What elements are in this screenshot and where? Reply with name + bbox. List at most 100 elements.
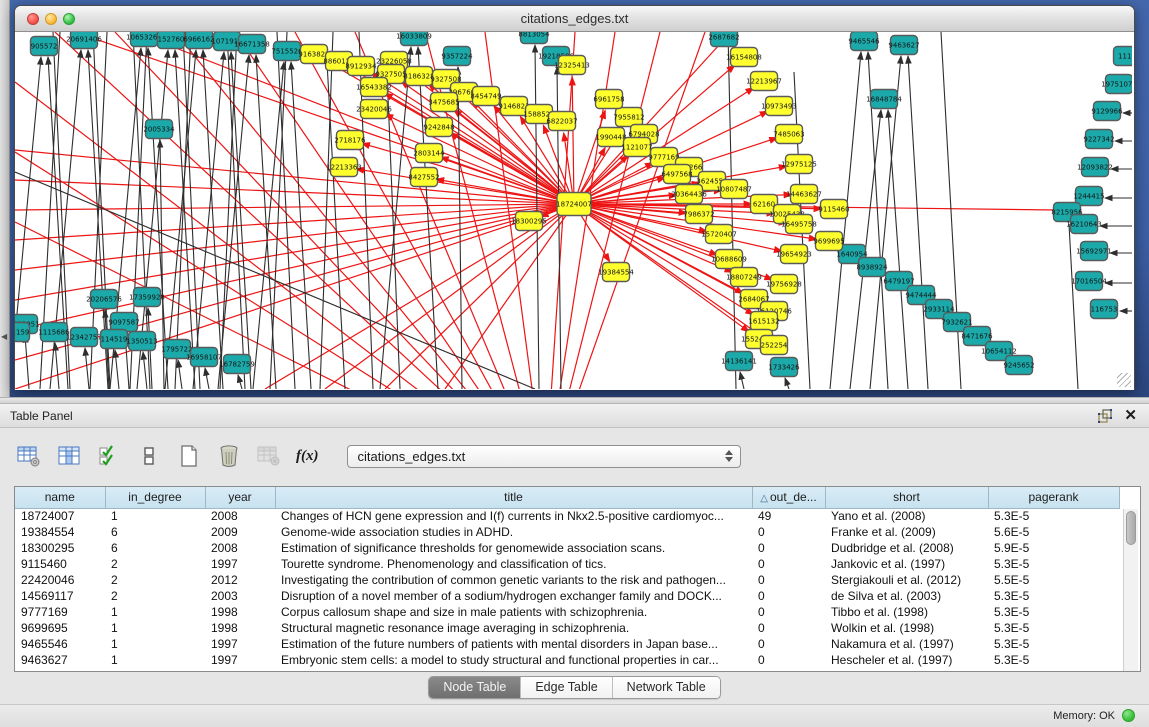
table-scrollbar[interactable] xyxy=(1123,509,1138,671)
close-icon[interactable]: ✕ xyxy=(1124,406,1137,424)
network-node[interactable]: 8427552 xyxy=(408,168,439,187)
table-row[interactable]: 977716911998Corpus callosum shape and si… xyxy=(15,604,1119,620)
cell-title[interactable]: Tourette syndrome. Phenomenology and cla… xyxy=(275,556,752,572)
cell-year[interactable]: 2003 xyxy=(205,588,275,604)
panel-splitter[interactable]: ▴ xyxy=(0,397,1149,404)
network-node[interactable]: 10973493 xyxy=(761,97,797,116)
cell-out_degree[interactable]: 49 xyxy=(752,508,825,524)
cell-pagerank[interactable]: 5.3E-5 xyxy=(988,556,1119,572)
network-node[interactable]: 1350513 xyxy=(126,332,157,351)
cell-name[interactable]: 9115460 xyxy=(15,556,105,572)
network-node[interactable]: 20364436 xyxy=(671,185,707,204)
cell-out_degree[interactable]: 0 xyxy=(752,588,825,604)
network-node[interactable]: 16782759 xyxy=(219,355,255,374)
cell-year[interactable]: 1997 xyxy=(205,636,275,652)
network-node[interactable]: 391159 xyxy=(15,323,30,342)
cell-pagerank[interactable]: 5.3E-5 xyxy=(988,604,1119,620)
network-node[interactable]: 9242848 xyxy=(423,118,454,137)
network-node[interactable]: 6822037 xyxy=(546,112,577,131)
network-node[interactable]: 8912934 xyxy=(345,57,377,76)
network-node[interactable]: 8454749 xyxy=(470,87,501,106)
float-panel-icon[interactable] xyxy=(1097,408,1113,429)
cell-out_degree[interactable]: 0 xyxy=(752,556,825,572)
network-node[interactable]: 1121077 xyxy=(621,138,652,157)
network-node[interactable]: 12093822 xyxy=(1077,158,1113,177)
cell-in_degree[interactable]: 6 xyxy=(105,540,205,556)
network-node[interactable]: 114519 xyxy=(101,330,128,349)
table-row[interactable]: 946362711997Embryonic stem cells: a mode… xyxy=(15,652,1119,668)
network-node[interactable]: 16543382 xyxy=(356,78,392,97)
cell-title[interactable]: Genome-wide association studies in ADHD. xyxy=(275,524,752,540)
cell-name[interactable]: 14569117 xyxy=(15,588,105,604)
cell-year[interactable]: 1997 xyxy=(205,556,275,572)
table-scrollbar-thumb[interactable] xyxy=(1126,511,1136,545)
network-node[interactable]: 16671358 xyxy=(234,35,270,54)
delete-column-icon[interactable] xyxy=(214,441,244,471)
cell-in_degree[interactable]: 1 xyxy=(105,636,205,652)
network-node[interactable]: 8938924 xyxy=(856,258,888,277)
network-node[interactable]: 18807249 xyxy=(726,268,762,287)
network-window-titlebar[interactable]: citations_edges.txt xyxy=(15,6,1134,32)
new-column-icon[interactable] xyxy=(174,441,204,471)
cell-pagerank[interactable]: 5.3E-5 xyxy=(988,508,1119,524)
network-node[interactable]: 1112 xyxy=(1114,47,1133,66)
column-header-year[interactable]: year xyxy=(205,487,275,508)
cell-short[interactable]: Tibbo et al. (1998) xyxy=(825,604,988,620)
row-select-icon[interactable] xyxy=(94,441,124,471)
cell-out_degree[interactable]: 0 xyxy=(752,540,825,556)
cell-in_degree[interactable]: 1 xyxy=(105,604,205,620)
cell-out_degree[interactable]: 0 xyxy=(752,620,825,636)
cell-title[interactable]: Embryonic stem cells: a model to study s… xyxy=(275,652,752,668)
cell-name[interactable]: 9463627 xyxy=(15,652,105,668)
cell-year[interactable]: 1998 xyxy=(205,604,275,620)
cell-year[interactable]: 1997 xyxy=(205,652,275,668)
network-node[interactable]: 9463627 xyxy=(888,36,919,55)
table-selector-dropdown[interactable]: citations_edges.txt xyxy=(347,445,741,468)
cell-title[interactable]: Structural magnetic resonance image aver… xyxy=(275,620,752,636)
network-node[interactable]: 116753 xyxy=(1091,300,1118,319)
function-builder-icon[interactable]: f(x) xyxy=(294,448,321,465)
network-node[interactable]: 19384554 xyxy=(598,263,634,282)
network-node[interactable]: 9357224 xyxy=(441,47,473,66)
cell-short[interactable]: Hescheler et al. (1997) xyxy=(825,652,988,668)
network-node[interactable]: 2005334 xyxy=(143,120,175,139)
network-node[interactable]: 1733426 xyxy=(768,358,800,377)
table-row[interactable]: 911546021997Tourette syndrome. Phenomeno… xyxy=(15,556,1119,572)
column-header-short[interactable]: short xyxy=(825,487,988,508)
network-node[interactable]: 9245652 xyxy=(1003,356,1034,375)
network-node[interactable]: 19756928 xyxy=(766,275,802,294)
network-node[interactable]: 15720407 xyxy=(701,225,737,244)
network-node[interactable]: 17016504 xyxy=(1071,272,1107,291)
table-row[interactable]: 1872400712008Changes of HCN gene express… xyxy=(15,508,1119,524)
cell-in_degree[interactable]: 1 xyxy=(105,508,205,524)
cell-in_degree[interactable]: 2 xyxy=(105,556,205,572)
network-node[interactable]: 2803144 xyxy=(413,144,445,163)
collapse-arrow-icon[interactable]: ◀ xyxy=(1,332,7,341)
column-header-out_de[interactable]: △out_de... xyxy=(752,487,825,508)
tab-network-table[interactable]: Network Table xyxy=(612,677,720,698)
cell-year[interactable]: 2008 xyxy=(205,508,275,524)
network-node[interactable]: 7986372 xyxy=(683,205,714,224)
network-node[interactable]: 6966162 xyxy=(183,32,214,49)
network-node[interactable]: 9227342 xyxy=(1083,130,1114,149)
cell-name[interactable]: 18300295 xyxy=(15,540,105,556)
network-node[interactable]: 18300295 xyxy=(511,212,547,231)
cell-year[interactable]: 2012 xyxy=(205,572,275,588)
cell-out_degree[interactable]: 0 xyxy=(752,652,825,668)
column-header-in_degree[interactable]: in_degree xyxy=(105,487,205,508)
network-node[interactable]: 3475685 xyxy=(428,93,459,112)
column-header-title[interactable]: title xyxy=(275,487,752,508)
cell-short[interactable]: Wolkin et al. (1998) xyxy=(825,620,988,636)
tab-node-table[interactable]: Node Table xyxy=(429,677,520,698)
network-node[interactable]: 15692971 xyxy=(1076,242,1112,261)
node-table-grid[interactable]: namein_degreeyeartitle△out_de...shortpag… xyxy=(15,487,1120,668)
cell-pagerank[interactable]: 5.3E-5 xyxy=(988,636,1119,652)
cell-name[interactable]: 9699695 xyxy=(15,620,105,636)
cell-year[interactable]: 2008 xyxy=(205,540,275,556)
cell-name[interactable]: 9777169 xyxy=(15,604,105,620)
table-row[interactable]: 969969511998Structural magnetic resonanc… xyxy=(15,620,1119,636)
network-node[interactable]: 17359928 xyxy=(129,288,165,307)
delete-table-icon[interactable] xyxy=(254,441,284,471)
column-header-pagerank[interactable]: pagerank xyxy=(988,487,1119,508)
network-node[interactable]: 9129966 xyxy=(1091,102,1123,121)
